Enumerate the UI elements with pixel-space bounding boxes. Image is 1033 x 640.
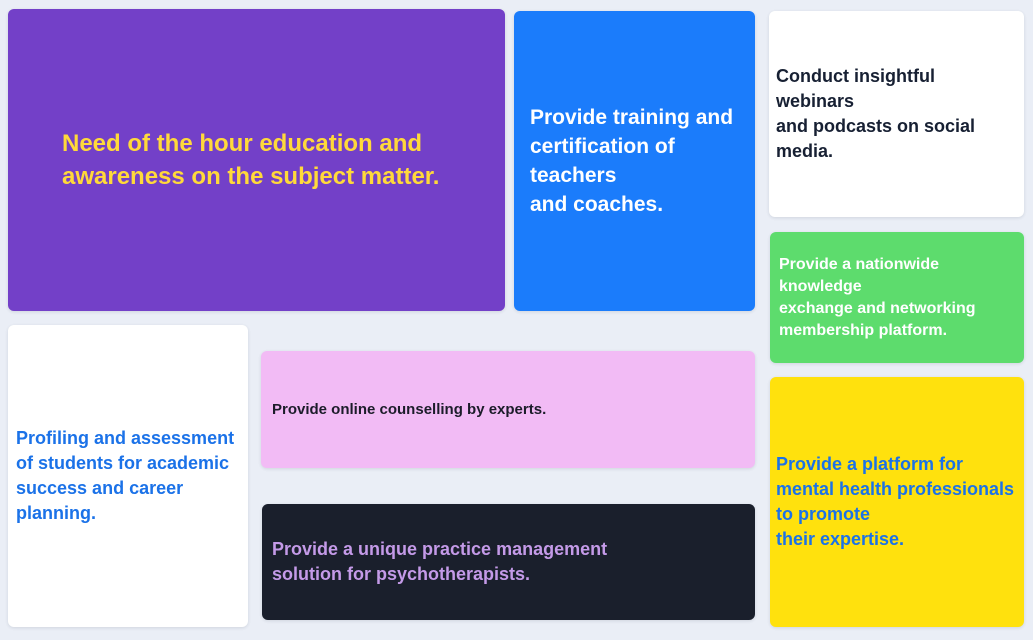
profiling-card: Profiling and assessment of students for… (8, 325, 248, 627)
profiling-card-text: Profiling and assessment of students for… (16, 428, 235, 523)
training-card-text: Provide training and certification of te… (530, 106, 734, 216)
networking-card-text: Provide a nationwide knowledge exchange … (779, 255, 976, 339)
education-card-text: Need of the hour education and awareness… (62, 130, 440, 190)
professionals-platform-card-text: Provide a platform for mental health pro… (776, 454, 1015, 549)
practice-management-card: Provide a unique practice management sol… (262, 504, 755, 620)
professionals-platform-card: Provide a platform for mental health pro… (770, 377, 1024, 627)
education-card: Need of the hour education and awareness… (8, 9, 505, 311)
webinars-card-text: Conduct insightful webinars and podcasts… (776, 66, 976, 161)
counselling-card-text: Provide online counselling by experts. (272, 400, 547, 418)
training-card: Provide training and certification of te… (514, 11, 755, 311)
counselling-card: Provide online counselling by experts. (261, 351, 755, 468)
practice-management-card-text: Provide a unique practice management sol… (272, 539, 608, 584)
networking-card: Provide a nationwide knowledge exchange … (770, 232, 1024, 363)
webinars-card: Conduct insightful webinars and podcasts… (769, 11, 1024, 217)
